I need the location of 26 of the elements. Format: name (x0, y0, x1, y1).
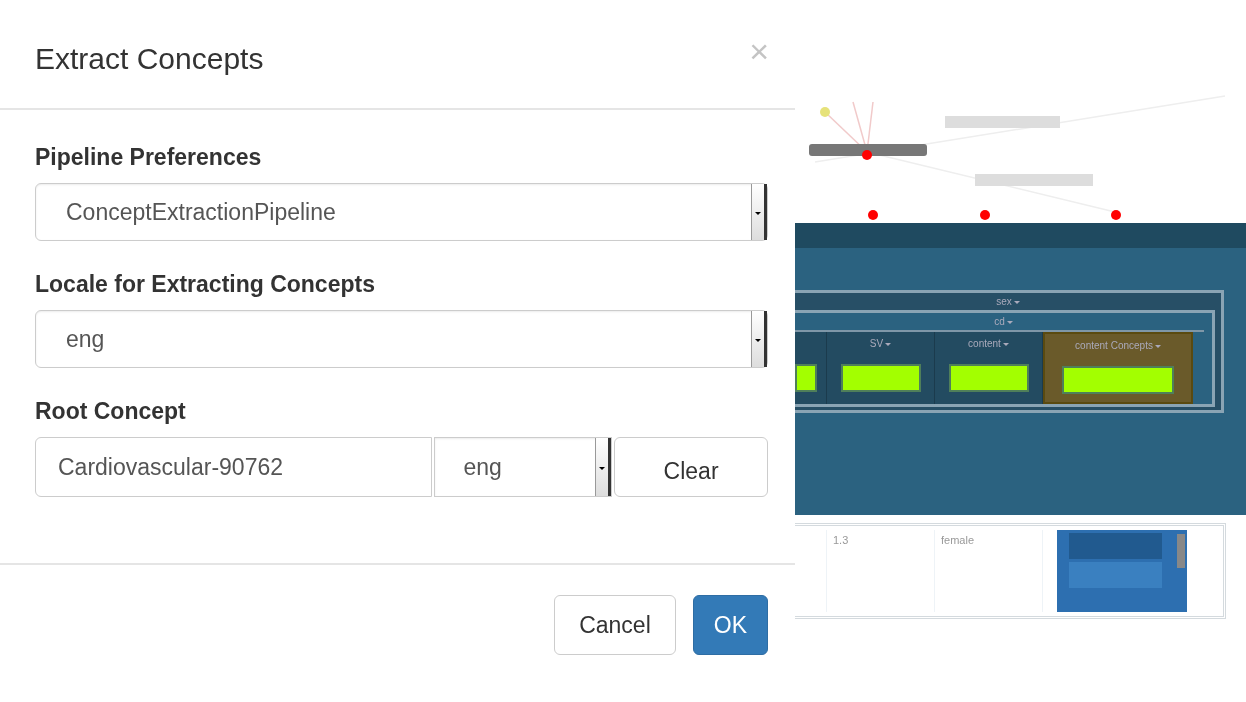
select-field[interactable]: eng (434, 437, 613, 497)
group-header[interactable]: cd (795, 313, 1212, 330)
select-field[interactable]: ConceptExtractionPipeline (35, 183, 768, 241)
clear-button[interactable]: Clear (614, 437, 768, 497)
column-card[interactable]: content (935, 332, 1043, 404)
column-card[interactable] (795, 332, 827, 404)
field-label: Pipeline Preferences (35, 144, 263, 171)
graph-node[interactable] (868, 210, 878, 220)
cancel-button[interactable]: Cancel (554, 595, 676, 655)
dialog-title: Extract Concepts (35, 42, 264, 76)
graph-node[interactable] (862, 150, 872, 160)
field-bar (795, 364, 817, 392)
ok-button[interactable]: OK (692, 595, 768, 655)
table-cell: 1.3 (827, 530, 935, 612)
table-cell: female (935, 530, 1043, 612)
field-label: Root Concept (35, 398, 187, 425)
graph-node[interactable] (1111, 210, 1121, 220)
graph-node[interactable] (820, 107, 830, 117)
graph-node[interactable] (980, 210, 990, 220)
field-label: Locale for Extracting Concepts (35, 271, 376, 298)
group-header[interactable]: sex (795, 293, 1221, 310)
select-field[interactable]: eng (35, 310, 768, 368)
input-field[interactable]: Cardiovascular-90762 (35, 437, 433, 497)
column-card[interactable]: content Concepts (1043, 332, 1193, 404)
column-card[interactable]: SV (827, 332, 935, 404)
concept-list[interactable] (1057, 530, 1187, 612)
